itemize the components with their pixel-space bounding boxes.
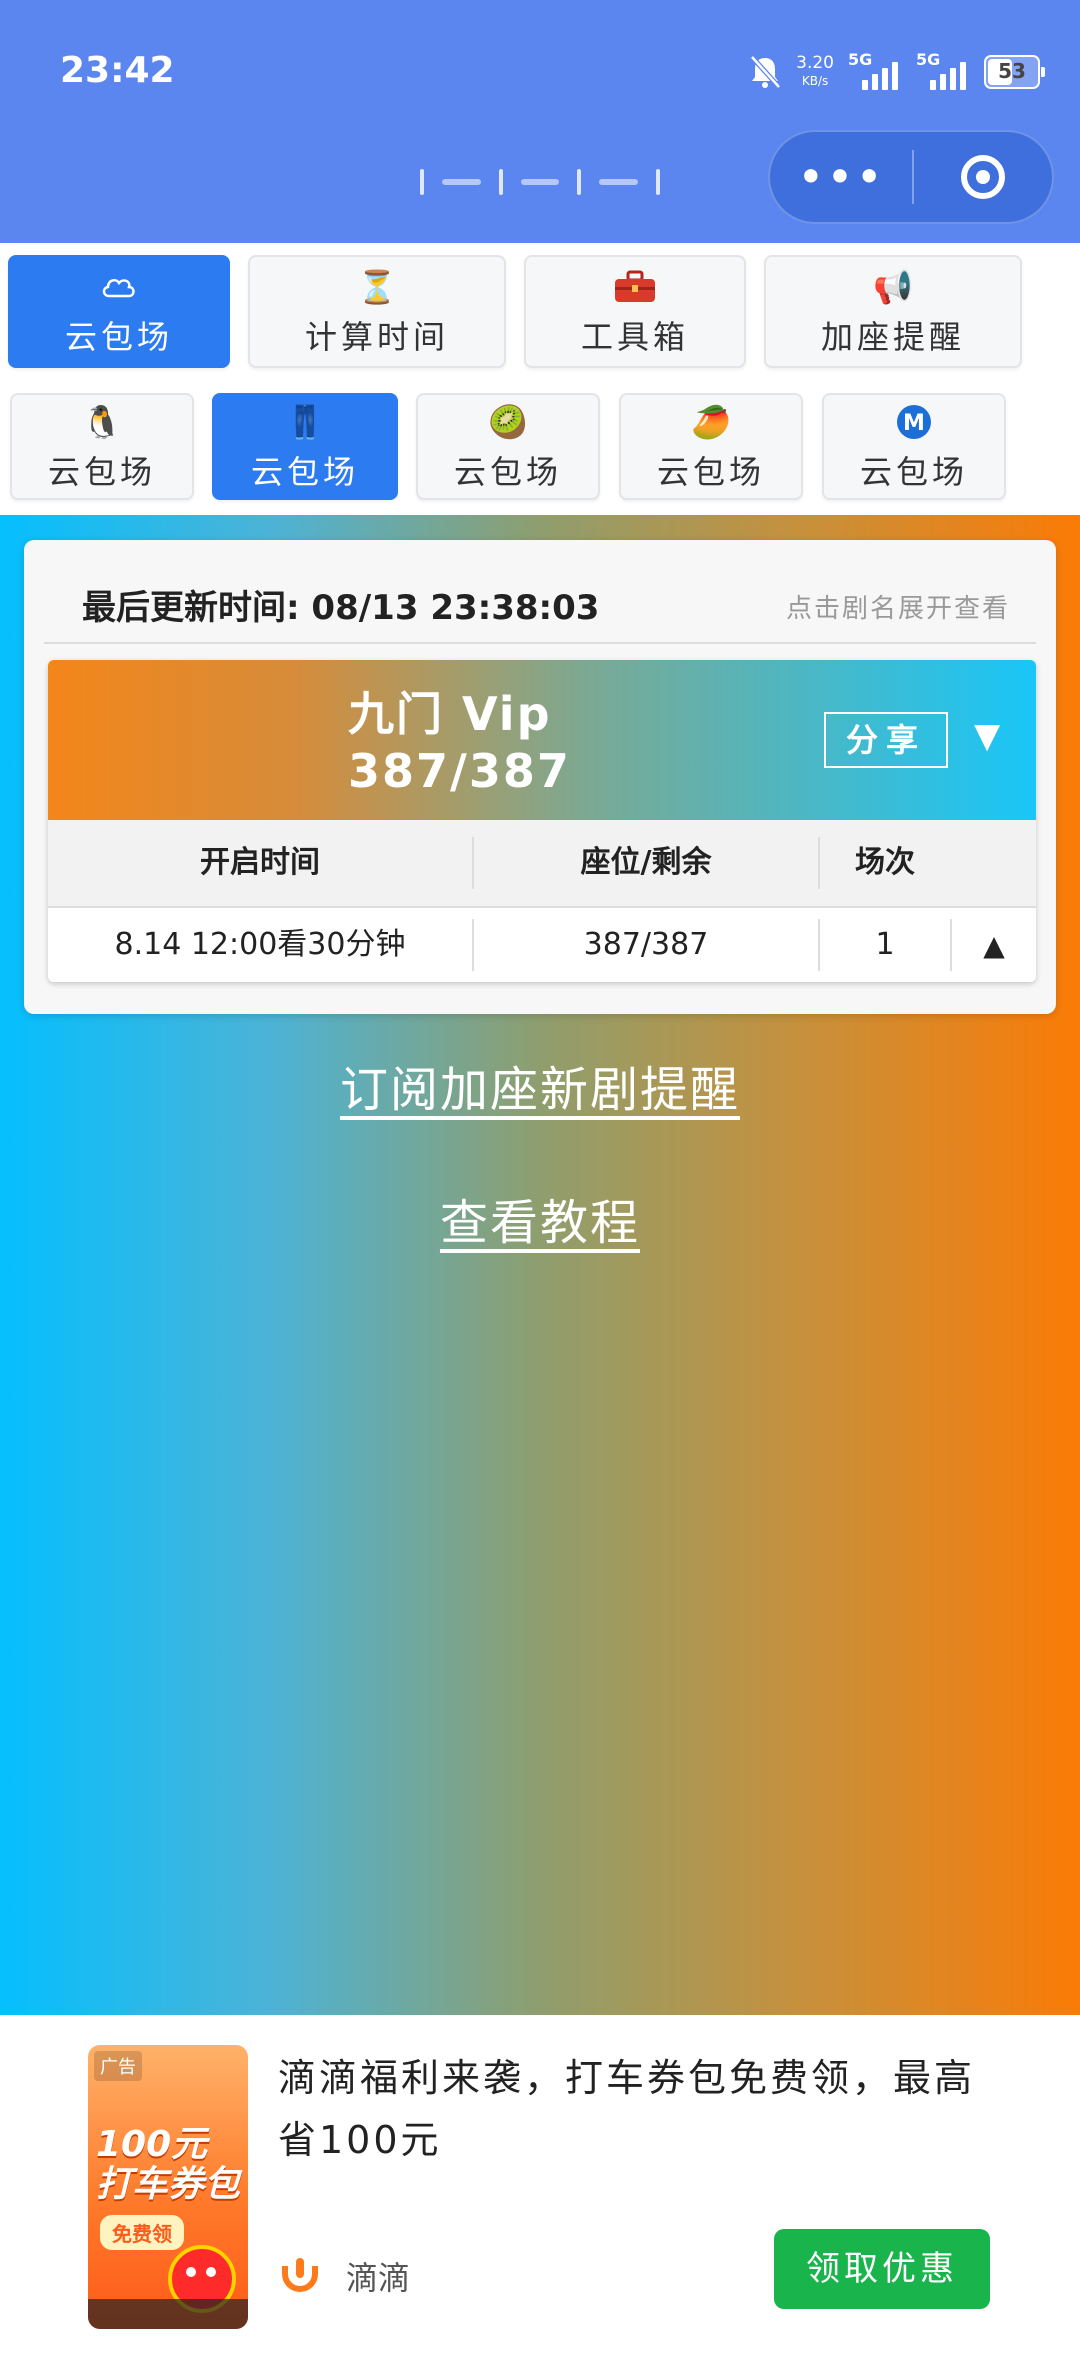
tab-cloud-venue[interactable]: 云包场 bbox=[8, 255, 230, 368]
signal-icon: 5G bbox=[848, 50, 902, 90]
ad-image-headline: 100元 打车券包 bbox=[96, 2124, 241, 2205]
bell-muted-icon bbox=[748, 54, 782, 90]
ad-title[interactable]: 滴滴福利来袭，打车券包免费领，最高省100元 bbox=[278, 2047, 998, 2171]
cloud-icon bbox=[99, 266, 139, 308]
battery-icon: 53 bbox=[984, 55, 1045, 89]
venue-tab-mango[interactable]: 🥭 云包场 bbox=[619, 393, 803, 500]
ad-banner[interactable]: 广告 100元 打车券包 免费领 滴滴福利来袭，打车券包免费领，最高省100元 … bbox=[0, 2015, 1080, 2360]
tutorial-link[interactable]: 查看教程 bbox=[0, 1183, 1080, 1253]
show-seat-count: 387/387 bbox=[348, 744, 571, 798]
didi-logo-icon bbox=[280, 2256, 324, 2296]
mango-icon: 🥭 bbox=[691, 402, 731, 441]
table-header: 开启时间 座位/剩余 场次 bbox=[48, 820, 1036, 908]
table-row: 8.14 12:00看30分钟 387/387 1 ▲ bbox=[48, 908, 1036, 982]
penguin-icon: 🐧 bbox=[82, 402, 122, 441]
tab-seat-reminder[interactable]: 📢 加座提醒 bbox=[764, 255, 1022, 368]
column-header: 场次 bbox=[855, 845, 915, 880]
ad-image[interactable]: 广告 100元 打车券包 免费领 bbox=[88, 2045, 248, 2329]
page-title bbox=[420, 169, 661, 195]
tab-calc-time[interactable]: ⏳ 计算时间 bbox=[248, 255, 506, 368]
collapse-arrow-icon[interactable]: ▲ bbox=[952, 929, 1036, 962]
tab-toolbox[interactable]: 工具箱 bbox=[524, 255, 746, 368]
show-header[interactable]: 九门 Vip 387/387 分享 ▼ bbox=[48, 660, 1036, 820]
tab-row-venues: 🐧 云包场 👖 云包场 🥝 云包场 🥭 云包场 M 云包场 bbox=[0, 378, 1080, 515]
kiwi-icon: 🥝 bbox=[488, 402, 528, 441]
metro-m-icon: M bbox=[895, 401, 933, 443]
column-header: 座位/剩余 bbox=[474, 837, 820, 889]
svg-text:M: M bbox=[903, 411, 925, 436]
show-name[interactable]: 九门 Vip bbox=[348, 688, 552, 740]
cell-session: 1 bbox=[820, 919, 952, 971]
last-update-time: 最后更新时间: 08/13 23:38:03 bbox=[82, 588, 600, 628]
venue-tab-kiwi[interactable]: 🥝 云包场 bbox=[416, 393, 600, 500]
tab-row-main: 云包场 ⏳ 计算时间 工具箱 📢 加座提醒 bbox=[0, 243, 1080, 378]
show-panel: 九门 Vip 387/387 分享 ▼ 开启时间 座位/剩余 场次 8.14 1… bbox=[48, 660, 1036, 982]
close-circle-icon[interactable] bbox=[914, 155, 1052, 199]
show-card: 最后更新时间: 08/13 23:38:03 点击剧名展开查看 九门 Vip 3… bbox=[24, 540, 1056, 1014]
jeans-icon: 👖 bbox=[285, 402, 325, 441]
signal-icon: 5G bbox=[916, 50, 970, 90]
column-header: 开启时间 bbox=[48, 837, 474, 889]
ad-brand-name: 滴滴 bbox=[346, 2259, 411, 2297]
venue-tab-penguin[interactable]: 🐧 云包场 bbox=[10, 393, 194, 500]
subscribe-reminder-link[interactable]: 订阅加座新剧提醒 bbox=[0, 1050, 1080, 1120]
venue-tab-metro[interactable]: M 云包场 bbox=[822, 393, 1006, 500]
expand-arrow-icon[interactable]: ▼ bbox=[974, 716, 1000, 756]
ad-image-subtext: 免费领 bbox=[100, 2215, 184, 2250]
net-speed: 3.20 KB/s bbox=[796, 53, 834, 88]
status-time: 23:42 bbox=[60, 50, 175, 91]
cell-open-time: 8.14 12:00看30分钟 bbox=[48, 919, 474, 971]
ad-brand: 滴滴 bbox=[280, 2253, 410, 2299]
toolbox-icon bbox=[613, 266, 657, 308]
share-button[interactable]: 分享 bbox=[824, 712, 948, 768]
hourglass-icon: ⏳ bbox=[357, 267, 397, 306]
expand-hint: 点击剧名展开查看 bbox=[785, 594, 1010, 624]
mini-program-capsule: ••• bbox=[768, 130, 1054, 224]
megaphone-icon: 📢 bbox=[873, 267, 913, 306]
cell-seats: 387/387 bbox=[474, 919, 820, 971]
venue-tab-jeans[interactable]: 👖 云包场 bbox=[212, 393, 398, 500]
more-icon[interactable]: ••• bbox=[770, 154, 912, 200]
top-bar: 23:42 3.20 KB/s 5G 5G 53 ••• bbox=[0, 0, 1080, 243]
claim-offer-button[interactable]: 领取优惠 bbox=[774, 2229, 990, 2309]
status-icons: 3.20 KB/s 5G 5G 53 bbox=[748, 50, 1045, 94]
ad-tag: 广告 bbox=[94, 2051, 142, 2081]
